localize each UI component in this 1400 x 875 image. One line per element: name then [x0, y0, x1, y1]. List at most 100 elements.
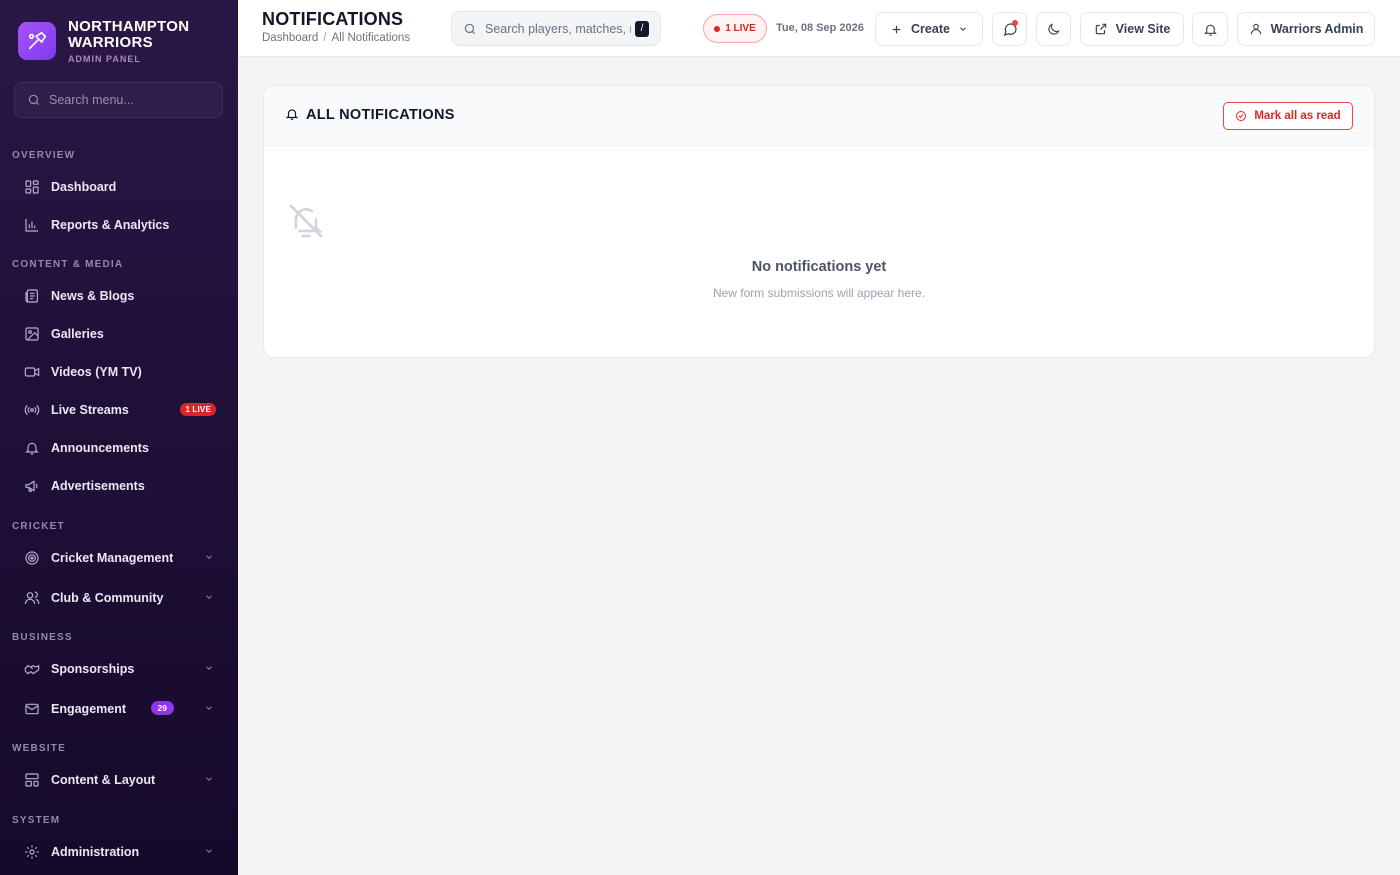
sidebar-item-label: Administration	[51, 845, 140, 859]
user-icon	[1250, 23, 1261, 35]
sidebar-item-news[interactable]: News & Blogs	[14, 279, 224, 313]
search-icon	[28, 94, 40, 106]
sidebar-item-sponsorships[interactable]: Sponsorships	[14, 652, 224, 686]
sidebar-item-administration[interactable]: Administration	[14, 835, 224, 869]
target-icon	[25, 551, 39, 565]
sidebar-item-label: Club & Community	[51, 591, 164, 605]
chevron-down-icon	[206, 666, 212, 670]
user-menu-button[interactable]: Warriors Admin	[1237, 12, 1375, 46]
sidebar-item-reports[interactable]: Reports & Analytics	[14, 208, 224, 242]
page-title: NOTIFICATIONS	[262, 9, 404, 29]
bell-icon	[25, 442, 39, 455]
plus-icon	[892, 25, 901, 33]
notification-dot-icon	[1012, 20, 1018, 26]
layout-icon	[25, 773, 39, 787]
chevron-down-icon	[206, 777, 212, 781]
global-search-placeholder: Search players, matches, n	[485, 21, 631, 36]
theme-toggle-button[interactable]	[1036, 12, 1071, 46]
chevron-down-icon	[960, 27, 966, 31]
live-label: 1 LIVE	[725, 23, 756, 34]
bar-chart-icon	[25, 219, 38, 232]
sidebar-item-label: News & Blogs	[51, 289, 135, 303]
handshake-icon	[24, 664, 40, 675]
section-content-media: CONTENT & MEDIA	[12, 259, 124, 270]
sidebar-item-content-layout[interactable]: Content & Layout	[14, 763, 224, 797]
sidebar-item-label: Galleries	[51, 327, 104, 341]
view-site-label: View Site	[1115, 22, 1171, 36]
sidebar-item-label: Advertisements	[51, 479, 145, 493]
section-website: WEBSITE	[12, 743, 66, 754]
global-search-input[interactable]: Search players, matches, n /	[451, 11, 661, 46]
sidebar-item-announcements[interactable]: Announcements	[14, 431, 224, 465]
sidebar-item-label: Engagement	[51, 702, 127, 716]
sidebar: NORTHAMPTON WARRIORS ADMIN PANEL Search …	[0, 0, 238, 875]
sidebar-search-input[interactable]: Search menu...	[14, 82, 223, 118]
moon-icon	[1048, 22, 1060, 35]
sidebar-item-label: Reports & Analytics	[51, 218, 170, 232]
newspaper-icon	[25, 289, 38, 303]
image-icon	[25, 327, 39, 341]
sidebar-search-placeholder: Search menu...	[49, 93, 134, 107]
sidebar-item-dashboard[interactable]: Dashboard	[14, 170, 224, 204]
sidebar-item-label: Content & Layout	[51, 773, 156, 787]
cricket-bat-logo-icon	[18, 22, 56, 60]
external-link-icon	[1095, 23, 1106, 35]
sidebar-item-label: Sponsorships	[51, 662, 135, 676]
search-shortcut-key: /	[635, 21, 649, 37]
bell-icon	[285, 109, 299, 120]
create-label: Create	[911, 22, 950, 36]
brand-name-line1: NORTHAMPTON	[68, 17, 190, 35]
chevron-down-icon	[206, 555, 212, 559]
chevron-down-icon	[206, 706, 212, 710]
broadcast-icon	[24, 404, 40, 416]
bell-off-icon	[289, 204, 323, 238]
breadcrumb-current: All Notifications	[331, 32, 411, 44]
chevron-down-icon	[206, 849, 212, 853]
sidebar-item-engagement[interactable]: Engagement 29	[14, 692, 224, 726]
sidebar-item-label: Dashboard	[51, 180, 117, 194]
engagement-count-badge: 29	[150, 701, 174, 715]
live-badge: 1 LIVE	[180, 403, 216, 416]
sidebar-item-label: Live Streams	[51, 403, 129, 417]
card-header: ALL NOTIFICATIONS Mark all as read	[264, 86, 1374, 146]
card-title: ALL NOTIFICATIONS	[306, 107, 455, 123]
view-site-button[interactable]: View Site	[1080, 12, 1184, 46]
user-name: Warriors Admin	[1270, 22, 1364, 36]
brand[interactable]: NORTHAMPTON WARRIORS ADMIN PANEL	[0, 0, 238, 82]
empty-state-subtitle: New form submissions will appear here.	[712, 286, 926, 300]
users-icon	[24, 591, 40, 605]
live-dot-icon	[714, 25, 721, 32]
video-camera-icon	[24, 367, 40, 377]
section-overview: OVERVIEW	[12, 150, 76, 161]
breadcrumb-link-dashboard[interactable]: Dashboard	[262, 32, 318, 44]
sidebar-item-cricket-management[interactable]: Cricket Management	[14, 541, 224, 575]
notifications-card: ALL NOTIFICATIONS Mark all as read No no…	[263, 85, 1375, 358]
topbar: NOTIFICATIONS Dashboard / All Notification…	[238, 0, 1400, 57]
empty-state-title: No notifications yet	[751, 259, 887, 275]
create-button[interactable]: Create	[875, 12, 983, 46]
grid-icon	[25, 180, 39, 194]
live-indicator[interactable]: 1 LIVE	[703, 14, 767, 43]
sidebar-item-galleries[interactable]: Galleries	[14, 317, 224, 351]
section-business: BUSINESS	[12, 632, 73, 643]
sidebar-item-videos[interactable]: Videos (YM TV)	[14, 355, 224, 389]
mark-all-read-label: Mark all as read	[1254, 110, 1341, 122]
messages-button[interactable]	[992, 12, 1027, 46]
sidebar-item-live-streams[interactable]: Live Streams 1 LIVE	[14, 393, 224, 427]
sidebar-item-label: Cricket Management	[51, 551, 174, 565]
section-cricket: CRICKET	[12, 521, 65, 532]
search-icon	[464, 23, 476, 34]
brand-name-line2: WARRIORS	[68, 33, 153, 51]
section-system: SYSTEM	[12, 815, 61, 826]
sidebar-item-advertisements[interactable]: Advertisements	[14, 469, 224, 503]
mail-icon	[25, 703, 39, 715]
check-circle-icon	[1236, 111, 1247, 121]
bell-icon	[1203, 24, 1217, 36]
brand-subtitle: ADMIN PANEL	[68, 53, 141, 64]
chevron-down-icon	[206, 595, 212, 599]
sidebar-item-club-community[interactable]: Club & Community	[14, 581, 224, 615]
mark-all-read-button[interactable]: Mark all as read	[1223, 102, 1353, 130]
sidebar-item-label: Announcements	[51, 441, 149, 455]
notifications-button[interactable]	[1192, 12, 1228, 46]
current-date: Tue, 08 Sep 2026	[776, 22, 864, 34]
